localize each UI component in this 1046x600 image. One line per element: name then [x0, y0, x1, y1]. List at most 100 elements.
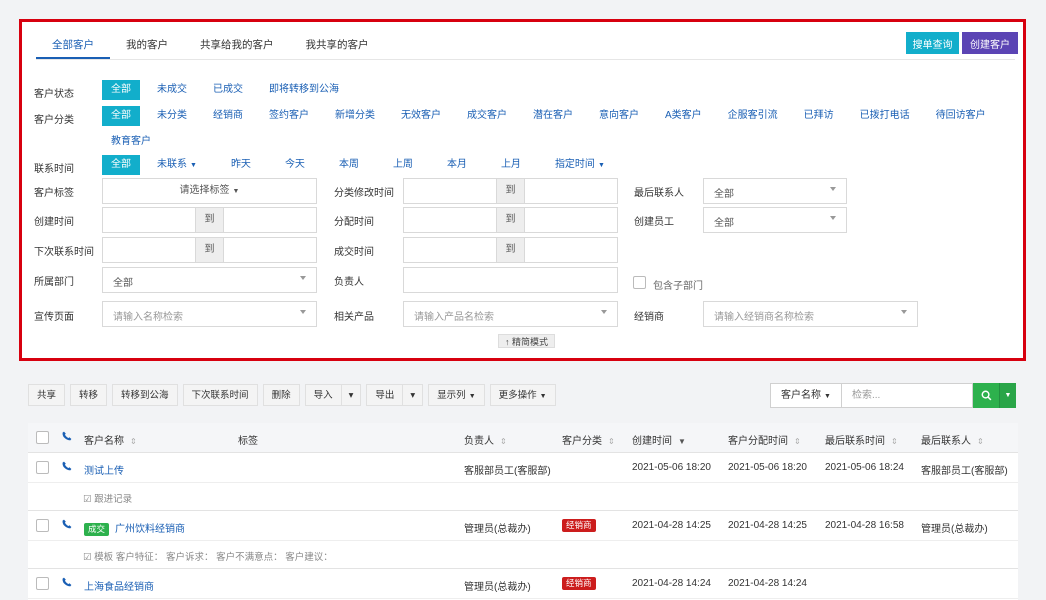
- col-assigned-time[interactable]: 客户分配时间⇕: [728, 432, 801, 447]
- tab-my-customers[interactable]: 我的客户: [110, 31, 184, 59]
- department-select[interactable]: 全部: [102, 267, 317, 293]
- row-checkbox[interactable]: [36, 461, 49, 474]
- contact-option-last-month[interactable]: 上月: [492, 155, 530, 175]
- columns-button[interactable]: 显示列▼: [428, 384, 484, 406]
- customer-name-link[interactable]: 测试上传: [84, 462, 124, 477]
- department-label: 所属部门: [34, 273, 74, 288]
- import-button[interactable]: 导入▾: [305, 384, 362, 406]
- category-option[interactable]: 潜在客户: [524, 106, 582, 126]
- table-row: 成交广州饮料经销商 管理员(总裁办) 经销商 2021-04-28 14:25 …: [28, 511, 1018, 541]
- promo-page-label: 宣传页面: [34, 308, 74, 323]
- category-option[interactable]: 已拨打电话: [851, 106, 919, 126]
- contact-option-this-week[interactable]: 本周: [330, 155, 368, 175]
- contact-option-today[interactable]: 今天: [276, 155, 314, 175]
- search-icon[interactable]: [973, 383, 999, 408]
- col-last-contact-time[interactable]: 最后联系时间⇕: [825, 432, 898, 447]
- category-option[interactable]: 企服客引流: [719, 106, 787, 126]
- search-query-button[interactable]: 搜单查询: [906, 32, 959, 54]
- assign-time-range[interactable]: 到: [403, 207, 618, 233]
- category-option[interactable]: 教育客户: [102, 132, 160, 152]
- next-contact-range[interactable]: 到: [102, 237, 317, 263]
- table-row: 上海食品经销商 管理员(总裁办) 经销商 2021-04-28 14:24 20…: [28, 569, 1018, 599]
- col-owner[interactable]: 负责人⇕: [464, 432, 507, 447]
- category-option[interactable]: 新增分类: [326, 106, 384, 126]
- contact-option-all[interactable]: 全部: [102, 155, 140, 175]
- contact-option-not-contacted[interactable]: 未联系▼: [148, 155, 206, 175]
- deal-time-range[interactable]: 到: [403, 237, 618, 263]
- col-category[interactable]: 客户分类⇕: [562, 432, 615, 447]
- include-sub-dept-label: 包含子部门: [653, 277, 703, 292]
- last-contact-person-select[interactable]: 全部: [703, 178, 847, 204]
- category-option[interactable]: 待回访客户: [927, 106, 995, 126]
- export-button[interactable]: 导出▾: [366, 384, 423, 406]
- share-button[interactable]: 共享: [28, 384, 65, 406]
- contact-option-yesterday[interactable]: 昨天: [222, 155, 260, 175]
- owner-cell: 管理员(总裁办): [464, 520, 531, 535]
- category-option[interactable]: 经销商: [204, 106, 252, 126]
- created-time-range[interactable]: 到: [102, 207, 317, 233]
- transfer-button[interactable]: 转移: [70, 384, 107, 406]
- caret-down-icon[interactable]: ▾: [341, 385, 361, 405]
- search-input[interactable]: 检索...: [842, 383, 973, 408]
- phone-icon[interactable]: [62, 577, 72, 590]
- related-product-select[interactable]: 请输入产品名检索: [403, 301, 618, 327]
- table-row-followup: ☑ 模板 客户特征： 客户诉求： 客户不满意点： 客户建议：: [28, 541, 1018, 569]
- assigned-cell: 2021-04-28 14:24: [728, 578, 807, 589]
- select-all-checkbox[interactable]: [36, 431, 49, 444]
- tab-my-shared[interactable]: 我共享的客户: [290, 31, 385, 59]
- search-dropdown-icon[interactable]: ▼: [999, 383, 1016, 408]
- col-last-contact-person[interactable]: 最后联系人⇕: [921, 432, 984, 447]
- category-option[interactable]: 签约客户: [260, 106, 318, 126]
- tab-shared-to-me[interactable]: 共享给我的客户: [184, 31, 290, 59]
- category-label: 客户分类: [34, 111, 74, 126]
- status-badge: 成交: [84, 523, 109, 536]
- col-created-time[interactable]: 创建时间▼: [632, 432, 686, 447]
- include-sub-dept-checkbox[interactable]: [633, 276, 646, 289]
- sort-icon: ⇕: [977, 437, 984, 446]
- col-customer-name[interactable]: 客户名称⇕: [84, 432, 137, 447]
- row-checkbox[interactable]: [36, 519, 49, 532]
- create-customer-button[interactable]: 创建客户: [962, 32, 1018, 54]
- contact-option-this-month[interactable]: 本月: [438, 155, 476, 175]
- category-option[interactable]: 成交客户: [458, 106, 516, 126]
- owner-input[interactable]: [403, 267, 618, 293]
- category-option[interactable]: A类客户: [656, 106, 711, 126]
- contact-option-custom[interactable]: 指定时间▼: [546, 155, 614, 175]
- creator-select[interactable]: 全部: [703, 207, 847, 233]
- caret-down-icon: ▼: [824, 393, 831, 400]
- category-modified-range[interactable]: 到: [403, 178, 618, 204]
- chevron-down-icon: [300, 276, 306, 280]
- customer-name-link[interactable]: 广州饮料经销商: [115, 524, 185, 535]
- status-option-all[interactable]: 全部: [102, 80, 140, 100]
- category-option[interactable]: 已拜访: [795, 106, 843, 126]
- simple-mode-toggle[interactable]: ↑ 精简模式: [498, 334, 555, 348]
- contact-option-last-week[interactable]: 上周: [384, 155, 422, 175]
- customer-tag-select[interactable]: 请选择标签▼: [102, 178, 317, 204]
- status-options: 全部 未成交 已成交 即将转移到公海: [102, 80, 348, 100]
- category-option-all[interactable]: 全部: [102, 106, 140, 126]
- category-option[interactable]: 无效客户: [392, 106, 450, 126]
- status-option-to-public-pool[interactable]: 即将转移到公海: [260, 80, 348, 100]
- search-field-select[interactable]: 客户名称▼: [770, 383, 842, 408]
- owner-cell: 客服部员工(客服部): [464, 462, 551, 477]
- tab-all-customers[interactable]: 全部客户: [36, 31, 110, 59]
- chevron-down-icon: [830, 216, 836, 220]
- caret-down-icon[interactable]: ▾: [402, 385, 422, 405]
- category-option[interactable]: 意向客户: [590, 106, 648, 126]
- more-actions-button[interactable]: 更多操作▼: [490, 384, 556, 406]
- row-checkbox[interactable]: [36, 577, 49, 590]
- category-option[interactable]: 未分类: [148, 106, 196, 126]
- followup-template[interactable]: ☑ 模板 客户特征： 客户诉求： 客户不满意点： 客户建议：: [83, 549, 333, 563]
- next-contact-time-button[interactable]: 下次联系时间: [183, 384, 258, 406]
- dealer-select[interactable]: 请输入经销商名称检索: [703, 301, 918, 327]
- promo-page-select[interactable]: 请输入名称检索: [102, 301, 317, 327]
- phone-icon[interactable]: [62, 461, 72, 474]
- status-option-unclosed[interactable]: 未成交: [148, 80, 196, 100]
- status-option-closed[interactable]: 已成交: [204, 80, 252, 100]
- phone-icon[interactable]: [62, 519, 72, 532]
- delete-button[interactable]: 删除: [263, 384, 300, 406]
- caret-down-icon: ▼: [469, 393, 476, 400]
- customer-name-link[interactable]: 上海食品经销商: [84, 578, 154, 593]
- followup-link[interactable]: ☑ 跟进记录: [83, 491, 132, 505]
- transfer-to-pool-button[interactable]: 转移到公海: [112, 384, 178, 406]
